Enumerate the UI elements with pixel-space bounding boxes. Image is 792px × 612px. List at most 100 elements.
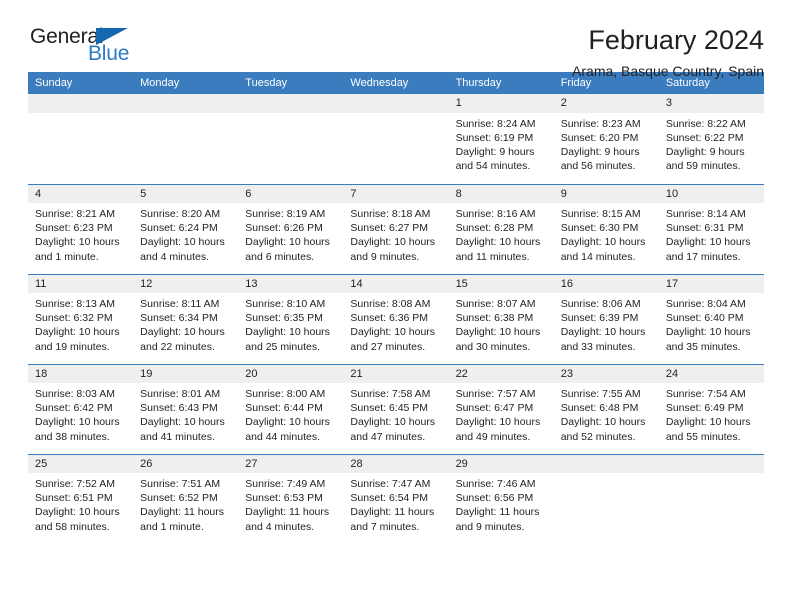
day-details: Sunrise: 7:57 AM Sunset: 6:47 PM Daylight:… [449,383,554,444]
calendar-day-cell[interactable]: 11 Sunrise: 8:13 AM Sunset: 6:32 PM Dayligh… [28,273,134,364]
day-details: Sunrise: 8:01 AM Sunset: 6:43 PM Daylight:… [133,383,238,444]
daylight-text-cont: and 4 minutes. [140,250,210,263]
calendar-day-cell[interactable]: 25 Sunrise: 7:52 AM Sunset: 6:51 PM Dayligh… [28,453,134,544]
calendar-day-cell[interactable]: 28 Sunrise: 7:47 AM Sunset: 6:54 PM Dayligh… [343,453,449,544]
sunrise-text: Sunrise: 7:52 AM [35,478,115,491]
calendar-day-cell[interactable]: 13 Sunrise: 8:10 AM Sunset: 6:35 PM Dayligh… [238,273,344,364]
daylight-text: Daylight: 10 hours [665,326,751,339]
calendar-day-cell[interactable]: 4 Sunrise: 8:21 AM Sunset: 6:23 PM Daylight… [28,183,134,274]
day-details: Sunrise: 8:14 AM Sunset: 6:31 PM Daylight:… [659,203,764,264]
calendar-day-cell[interactable]: 6 Sunrise: 8:19 AM Sunset: 6:26 PM Daylight… [238,183,344,274]
calendar-day-cell[interactable]: 8 Sunrise: 8:16 AM Sunset: 6:28 PM Daylight… [448,183,554,274]
day-details: Sunrise: 7:47 AM Sunset: 6:54 PM Daylight:… [343,473,448,534]
sunrise-text: Sunrise: 8:20 AM [140,208,221,221]
calendar-day-cell[interactable]: 2 Sunrise: 8:23 AM Sunset: 6:20 PM Daylight… [553,94,659,184]
calendar-day-cell[interactable]: 5 Sunrise: 8:20 AM Sunset: 6:24 PM Daylight… [133,183,239,274]
daylight-text: Daylight: 10 hours [35,506,120,519]
daylight-text: Daylight: 11 hours [245,506,330,519]
weekday-header-sunday: Sunday [28,72,134,94]
calendar-day-cell[interactable]: 29 Sunrise: 7:46 AM Sunset: 6:56 PM Dayligh… [448,453,554,544]
day-number: 15 [448,274,554,294]
daylight-text-cont: and 19 minutes. [35,340,110,353]
calendar-day-cell[interactable]: 20 Sunrise: 8:00 AM Sunset: 6:44 PM Dayligh… [238,363,344,454]
calendar-day-cell[interactable]: 3 Sunrise: 8:22 AM Sunset: 6:22 PM Daylight… [658,94,764,184]
sunset-text: Sunset: 6:45 PM [350,402,429,415]
day-details: Sunrise: 8:07 AM Sunset: 6:38 PM Daylight:… [449,293,554,354]
day-number: 20 [238,364,344,384]
calendar-day-cell[interactable]: 7 Sunrise: 8:18 AM Sunset: 6:27 PM Daylight… [343,183,449,274]
sunset-text: Sunset: 6:34 PM [140,312,218,325]
sunset-text: Sunset: 6:44 PM [245,402,323,415]
calendar-day-cell-empty [658,453,764,544]
calendar-day-cell[interactable]: 24 Sunrise: 7:54 AM Sunset: 6:49 PM Dayligh… [658,363,764,454]
sunset-text: Sunset: 6:40 PM [665,312,744,325]
calendar-week-row: 25 Sunrise: 7:52 AM Sunset: 6:51 PM Dayligh… [28,453,764,544]
sunset-text: Sunset: 6:48 PM [560,402,639,415]
sunset-text: Sunset: 6:22 PM [665,131,744,144]
calendar-day-cell[interactable]: 9 Sunrise: 8:15 AM Sunset: 6:30 PM Daylight… [553,183,659,274]
daylight-text-cont: and 52 minutes. [560,430,636,443]
calendar-day-cell[interactable]: 14 Sunrise: 8:08 AM Sunset: 6:36 PM Dayligh… [343,273,449,364]
day-number: 5 [133,184,239,204]
day-details: Sunrise: 8:00 AM Sunset: 6:44 PM Daylight:… [238,383,343,444]
day-number: 7 [343,184,449,204]
day-number: 12 [133,274,239,294]
calendar-day-cell[interactable]: 12 Sunrise: 8:11 AM Sunset: 6:34 PM Dayligh… [133,273,239,364]
calendar-day-cell[interactable]: 23 Sunrise: 7:55 AM Sunset: 6:48 PM Dayligh… [553,363,659,454]
sunset-text: Sunset: 6:47 PM [455,402,534,415]
daylight-text-cont: and 38 minutes. [35,430,110,443]
daylight-text: Daylight: 10 hours [665,416,751,429]
day-number: 22 [448,364,554,384]
day-details [28,113,133,117]
sunset-text: Sunset: 6:23 PM [35,222,113,235]
calendar-day-cell[interactable]: 21 Sunrise: 7:58 AM Sunset: 6:45 PM Dayligh… [343,363,449,454]
sunrise-text: Sunrise: 8:06 AM [560,298,641,311]
day-details: Sunrise: 7:49 AM Sunset: 6:53 PM Daylight:… [238,473,343,534]
general-blue-logo[interactable]: General Blue [28,26,148,72]
day-number: 27 [238,454,344,474]
daylight-text-cont: and 1 minute. [35,250,99,263]
day-details [238,113,343,117]
day-details: Sunrise: 7:51 AM Sunset: 6:52 PM Daylight:… [133,473,238,534]
daylight-text: Daylight: 11 hours [455,506,540,519]
day-number: 13 [238,274,344,294]
daylight-text-cont: and 47 minutes. [350,430,426,443]
sunset-text: Sunset: 6:51 PM [35,492,113,505]
calendar-day-cell[interactable]: 18 Sunrise: 8:03 AM Sunset: 6:42 PM Dayligh… [28,363,134,454]
daylight-text-cont: and 27 minutes. [350,340,426,353]
sunrise-text: Sunrise: 8:10 AM [245,298,326,311]
day-details: Sunrise: 8:08 AM Sunset: 6:36 PM Daylight:… [343,293,448,354]
daylight-text-cont: and 59 minutes. [665,160,741,173]
sunrise-text: Sunrise: 7:46 AM [455,478,536,491]
day-number: 24 [658,364,764,384]
day-details: Sunrise: 8:24 AM Sunset: 6:19 PM Daylight:… [449,113,554,174]
day-number: 10 [658,184,764,204]
calendar-day-cell[interactable]: 1 Sunrise: 8:24 AM Sunset: 6:19 PM Daylight… [448,94,554,184]
day-number: 11 [28,274,134,294]
day-details: Sunrise: 7:52 AM Sunset: 6:51 PM Daylight:… [28,473,133,534]
daylight-text: Daylight: 10 hours [140,326,225,339]
daylight-text-cont: and 44 minutes. [245,430,320,443]
day-number [28,94,134,113]
calendar-day-cell[interactable]: 27 Sunrise: 7:49 AM Sunset: 6:53 PM Dayligh… [238,453,344,544]
calendar-day-cell[interactable]: 19 Sunrise: 8:01 AM Sunset: 6:43 PM Dayligh… [133,363,239,454]
day-number: 17 [658,274,764,294]
calendar-day-cell[interactable]: 22 Sunrise: 7:57 AM Sunset: 6:47 PM Dayligh… [448,363,554,454]
day-details: Sunrise: 8:10 AM Sunset: 6:35 PM Daylight:… [238,293,343,354]
calendar-day-cell[interactable]: 10 Sunrise: 8:14 AM Sunset: 6:31 PM Dayligh… [658,183,764,274]
sunrise-text: Sunrise: 8:18 AM [350,208,431,221]
calendar-day-cell[interactable]: 17 Sunrise: 8:04 AM Sunset: 6:40 PM Dayligh… [658,273,764,364]
daylight-text-cont: and 4 minutes. [245,520,315,533]
day-details: Sunrise: 8:16 AM Sunset: 6:28 PM Daylight:… [449,203,554,264]
calendar-day-cell[interactable]: 16 Sunrise: 8:06 AM Sunset: 6:39 PM Dayligh… [553,273,659,364]
title-block: February 2024 Arama, Basque Country, Spa… [148,25,764,80]
sunset-text: Sunset: 6:53 PM [245,492,323,505]
calendar-day-cell-empty [133,94,239,184]
calendar-day-cell[interactable]: 15 Sunrise: 8:07 AM Sunset: 6:38 PM Dayligh… [448,273,554,364]
page-title: February 2024 [588,25,764,55]
calendar-day-cell[interactable]: 26 Sunrise: 7:51 AM Sunset: 6:52 PM Dayligh… [133,453,239,544]
sunrise-sunset-calendar: Sunday Monday Tuesday Wednesday Thursday Frid… [28,72,764,544]
day-details [343,113,448,117]
calendar-page: General Blue February 2024 Arama, Basque… [0,0,792,612]
sunrise-text: Sunrise: 8:15 AM [560,208,641,221]
